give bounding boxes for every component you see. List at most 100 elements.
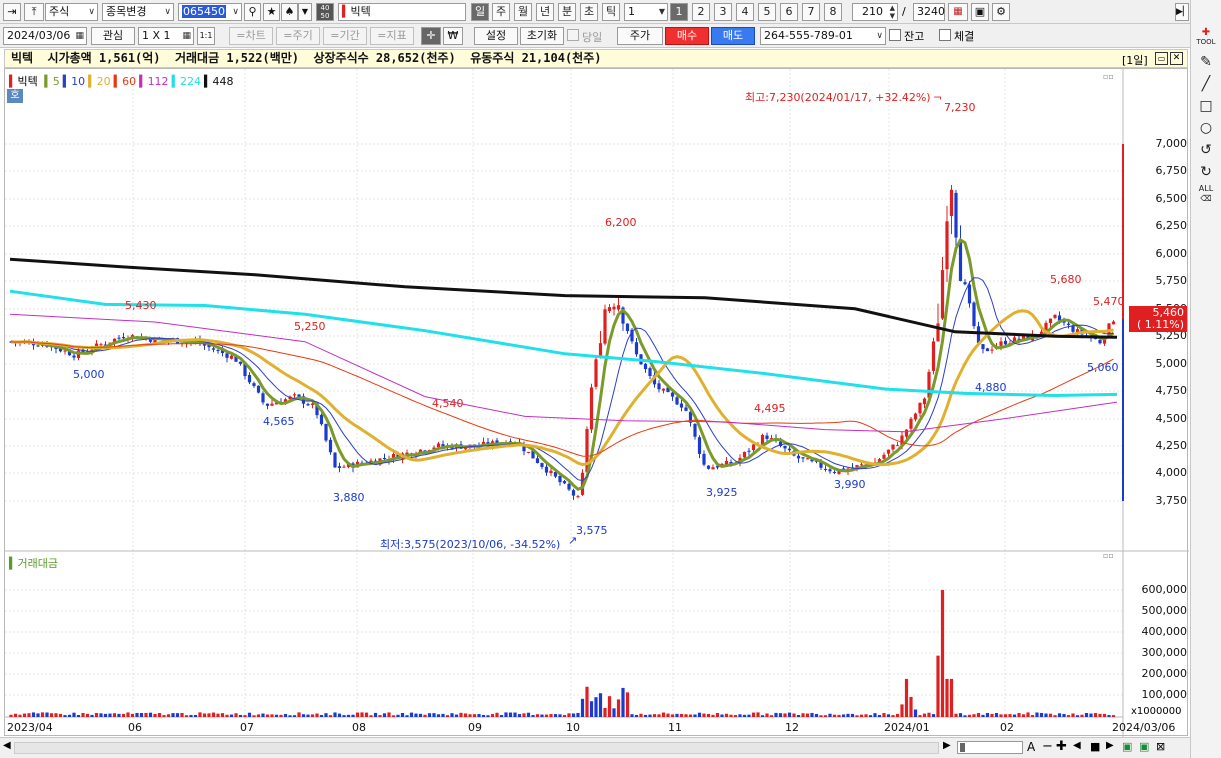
interval-select[interactable]: 1 ▼ (624, 3, 668, 21)
forward-icon[interactable]: ▶ (1106, 740, 1114, 751)
circle-icon[interactable]: ○ (1196, 118, 1216, 138)
candle-body (1003, 340, 1008, 345)
pencil-icon[interactable]: ✎ (1196, 52, 1216, 72)
candle-body (576, 496, 580, 498)
rectangle-icon[interactable]: □ (1196, 96, 1216, 116)
plus-icon[interactable]: ✚ (1056, 739, 1067, 754)
zoom-slider[interactable] (957, 741, 1023, 754)
watch-button[interactable]: 관심 (91, 27, 135, 45)
preset-8[interactable]: 8 (824, 3, 842, 21)
candle-body (967, 284, 972, 304)
volume-bar (148, 712, 153, 717)
volume-bar (477, 714, 481, 717)
tool-icon[interactable]: ✚ TOOL (1196, 28, 1216, 48)
candle-body (904, 429, 909, 437)
stop-icon[interactable]: ■ (1090, 740, 1100, 753)
reset-button[interactable]: 초기화 (520, 27, 564, 45)
legend-ma: ▍60 (114, 75, 136, 88)
ho-badge[interactable]: 호 (7, 89, 23, 103)
excel-icon[interactable]: ▣ (1122, 740, 1132, 753)
volume-bar (1057, 713, 1062, 717)
tab-range[interactable]: =기간 (323, 27, 367, 45)
market-select[interactable]: 주식 ∨ (45, 3, 98, 21)
balance-checkbox[interactable] (889, 29, 901, 41)
redo-icon[interactable]: ↻ (1196, 162, 1216, 182)
stock-name-field[interactable]: ▍빅텍 (338, 3, 466, 21)
period-tab-second[interactable]: 초 (580, 3, 598, 21)
preset-7[interactable]: 7 (802, 3, 820, 21)
account-select[interactable]: 264-555-789-01 ∨ (760, 27, 886, 45)
period-tab-minute[interactable]: 분 (558, 3, 576, 21)
restore-icon[interactable]: ▭ (1155, 52, 1168, 65)
volume-bar (990, 713, 994, 717)
scroll-right-icon[interactable]: ▶ (943, 740, 951, 751)
font-a-icon[interactable]: A (1027, 740, 1035, 754)
period-tab-month[interactable]: 월 (514, 3, 532, 21)
undo-icon[interactable]: ↺ (1196, 140, 1216, 160)
preset-6[interactable]: 6 (780, 3, 798, 21)
scroll-left-icon[interactable]: ◀ (3, 740, 11, 751)
period-tab-year[interactable]: 년 (536, 3, 554, 21)
image-save-icon[interactable]: ▣ (1139, 740, 1149, 753)
crosshair-icon[interactable]: ✛ (421, 27, 441, 45)
tab-period[interactable]: =주기 (276, 27, 320, 45)
price-button[interactable]: 주가 (617, 27, 663, 45)
volume-bar (517, 714, 522, 717)
volume-bar (432, 713, 436, 717)
minus-icon[interactable]: − (1042, 739, 1053, 754)
rewind-icon[interactable]: ◀ (1073, 740, 1081, 751)
preset-4[interactable]: 4 (736, 3, 754, 21)
candle-body (697, 437, 702, 454)
eraser-icon[interactable]: ALL ⌫ (1196, 184, 1216, 204)
period-tab-day[interactable]: 일 (471, 3, 489, 21)
volume-bar (526, 712, 531, 717)
zoom-thumb[interactable] (960, 743, 965, 752)
won-button[interactable]: ₩ (443, 27, 463, 45)
preset-3[interactable]: 3 (714, 3, 732, 21)
pin-icon[interactable]: ⇥ (3, 3, 21, 21)
date-field[interactable]: 2024/03/06 ▦ (3, 27, 87, 45)
change-stock-select[interactable]: 종목변경 ∨ (102, 3, 174, 21)
play-icon[interactable]: ▶▏ (1175, 3, 1190, 21)
scrollbar-track[interactable] (14, 742, 939, 754)
period-tab-tick[interactable]: 틱 (602, 3, 620, 21)
stock-code-input[interactable]: 065450 ∨ (178, 3, 242, 21)
volume-bar (967, 714, 972, 717)
calendar-icon[interactable]: ▦ (75, 28, 84, 44)
ratio-button[interactable]: 1:1 (197, 27, 215, 45)
search-icon[interactable]: ⚲ (244, 3, 261, 21)
preset-2[interactable]: 2 (692, 3, 710, 21)
ratio-icon[interactable]: 40 50 (316, 3, 334, 21)
stock-type-icon[interactable]: ⤒ (24, 3, 44, 21)
grid-icon[interactable]: ▦ (948, 3, 968, 21)
star-icon[interactable]: ★ (263, 3, 280, 21)
candle-body (117, 337, 121, 339)
buy-button[interactable]: 매수 (665, 27, 709, 45)
volume-bar (643, 714, 648, 717)
volume-bar (832, 714, 837, 717)
volume-bar (180, 712, 184, 717)
tab-indicator[interactable]: =지표 (370, 27, 414, 45)
pane-minimize-icon[interactable]: ▫▫ (1103, 72, 1114, 81)
period-tab-week[interactable]: 주 (492, 3, 510, 21)
volume-bar (387, 712, 391, 717)
price-chart[interactable] (5, 69, 1189, 737)
sameday-checkbox[interactable] (567, 29, 579, 41)
filled-checkbox[interactable] (939, 29, 951, 41)
spade-icon[interactable]: ♠ (281, 3, 298, 21)
arrow-down-icon[interactable]: ▼ (298, 3, 312, 21)
tab-chart[interactable]: =차트 (229, 27, 273, 45)
preset-5[interactable]: 5 (758, 3, 776, 21)
fullscreen-icon[interactable]: ⊠ (1156, 740, 1165, 753)
pane2-minimize-icon[interactable]: ▫▫ (1103, 551, 1114, 560)
count-input[interactable]: 210 ▲ ▼ (852, 3, 898, 21)
preset-1[interactable]: 1 (670, 3, 688, 21)
gear-icon[interactable]: ⚙ (992, 3, 1010, 21)
sell-button[interactable]: 매도 (711, 27, 755, 45)
close-icon[interactable]: ✕ (1170, 52, 1183, 65)
settings-button[interactable]: 설정 (474, 27, 518, 45)
line-icon[interactable]: ╱ (1196, 74, 1216, 94)
volume-bar (666, 713, 670, 717)
layout-select[interactable]: 1 X 1 ▦ (138, 27, 194, 45)
save-icon[interactable]: ▣ (971, 3, 989, 21)
